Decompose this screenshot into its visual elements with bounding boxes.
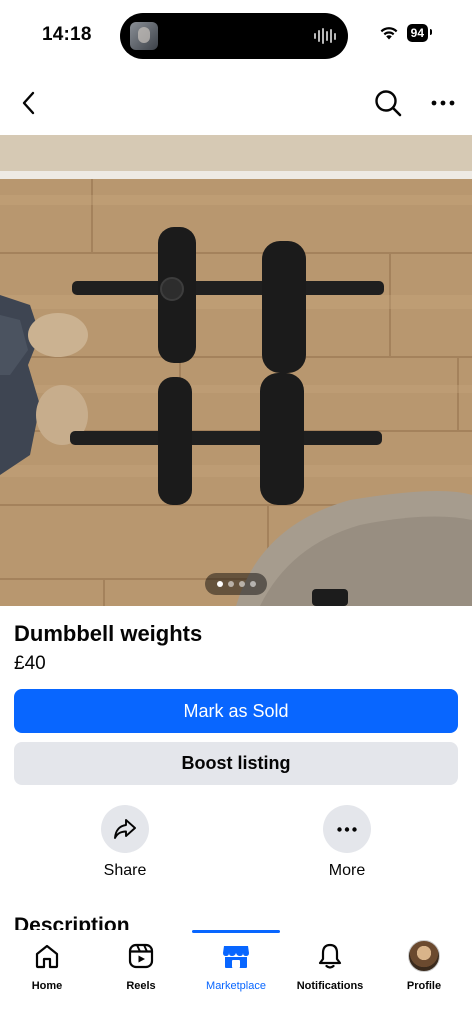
- pager-dot: [249, 581, 256, 587]
- tab-notifications[interactable]: Notifications: [283, 940, 377, 992]
- chevron-left-icon: [22, 91, 35, 115]
- tab-reels[interactable]: Reels: [94, 940, 188, 992]
- tab-home-label: Home: [31, 980, 63, 992]
- share-icon: [114, 819, 136, 839]
- status-bar: 14:18 94: [0, 0, 472, 70]
- marketplace-icon: [223, 946, 249, 968]
- more-label: More: [328, 862, 366, 879]
- tab-notifications-label: Notifications: [296, 980, 364, 992]
- more-dots-icon: [431, 100, 455, 106]
- wifi-icon: [380, 27, 398, 40]
- more-action[interactable]: More: [307, 805, 387, 880]
- boost-listing-button[interactable]: Boost listing: [14, 742, 458, 785]
- tab-home[interactable]: Home: [0, 940, 94, 992]
- bell-icon: [318, 943, 342, 969]
- listing-title: Dumbbell weights: [14, 621, 203, 646]
- search-icon: [375, 90, 402, 117]
- listing-photo[interactable]: [0, 135, 472, 606]
- more-options-button[interactable]: [428, 88, 458, 118]
- top-nav: [0, 78, 472, 128]
- tab-reels-label: Reels: [126, 980, 156, 992]
- reels-icon: [128, 943, 154, 969]
- share-label: Share: [103, 862, 147, 879]
- dumbbells-photo: [0, 135, 472, 606]
- pager-dot: [216, 581, 223, 587]
- active-tab-indicator: [192, 930, 280, 933]
- status-time: 14:18: [42, 24, 92, 45]
- bottom-tab-bar: Home Reels Marketplace Notifications Pro…: [0, 930, 472, 1024]
- dynamic-island[interactable]: [120, 13, 348, 59]
- search-button[interactable]: [372, 87, 404, 119]
- share-action[interactable]: Share: [85, 805, 165, 880]
- tab-marketplace-label: Marketplace: [206, 980, 266, 992]
- status-icons: 94: [379, 24, 433, 42]
- tab-profile-label: Profile: [406, 980, 442, 992]
- mark-as-sold-button[interactable]: Mark as Sold: [14, 689, 458, 733]
- audio-waveform-icon: [314, 27, 336, 45]
- more-dots-icon: [337, 826, 357, 832]
- pager-dot: [227, 581, 234, 587]
- home-icon: [35, 944, 59, 969]
- share-button[interactable]: [101, 805, 149, 853]
- pager-dot: [238, 581, 245, 587]
- now-playing-thumbnail: [130, 22, 158, 50]
- photo-pager[interactable]: [205, 573, 267, 595]
- more-button[interactable]: [323, 805, 371, 853]
- avatar: [408, 940, 440, 972]
- back-button[interactable]: [14, 88, 44, 118]
- tab-marketplace[interactable]: Marketplace: [189, 940, 283, 992]
- listing-price: £40: [14, 653, 46, 674]
- tab-profile[interactable]: Profile: [377, 940, 471, 992]
- battery-indicator: 94: [406, 24, 433, 42]
